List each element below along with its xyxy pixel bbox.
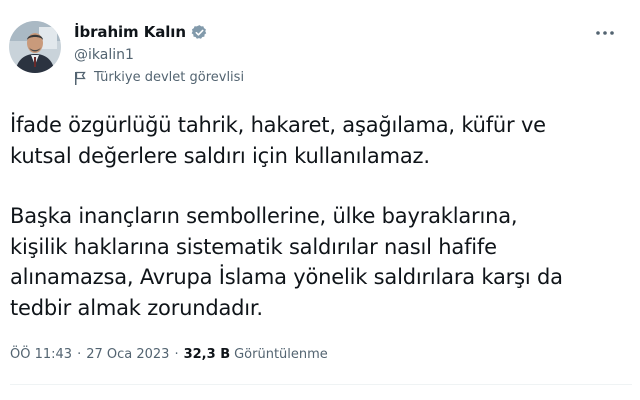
tweet-paragraph: Başka inançların sembollerine, ülke bayr…: [10, 204, 563, 320]
tweet-paragraph: İfade özgürlüğü tahrik, hakaret, aşağıla…: [10, 113, 546, 168]
views-label: Görüntülenme: [234, 347, 328, 362]
divider: [10, 384, 632, 385]
more-options-icon[interactable]: [590, 18, 620, 48]
separator: ·: [77, 347, 82, 362]
verified-badge-icon[interactable]: [191, 24, 208, 41]
views-count: 32,3 B: [183, 347, 231, 362]
author-display-name[interactable]: İbrahim Kalın: [74, 23, 186, 41]
author-name-row[interactable]: İbrahim Kalın: [74, 22, 208, 42]
tweet-date[interactable]: 27 Oca 2023: [86, 347, 169, 362]
government-label-text: Türkiye devlet görevlisi: [94, 70, 245, 85]
author-handle[interactable]: @ikalin1: [74, 47, 134, 63]
tweet-text: İfade özgürlüğü tahrik, hakaret, aşağıla…: [10, 110, 632, 323]
tweet-metadata: ÖÖ 11:43 · 27 Oca 2023 · 32,3 B Görüntül…: [10, 347, 328, 362]
government-label[interactable]: Türkiye devlet görevlisi: [74, 70, 244, 85]
tweet-card: İbrahim Kalın @ikalin1 Türkiye devlet gö…: [0, 0, 640, 400]
flag-icon: [74, 71, 86, 85]
separator: ·: [174, 347, 179, 362]
avatar[interactable]: [9, 21, 61, 73]
tweet-time[interactable]: ÖÖ 11:43: [10, 347, 72, 362]
